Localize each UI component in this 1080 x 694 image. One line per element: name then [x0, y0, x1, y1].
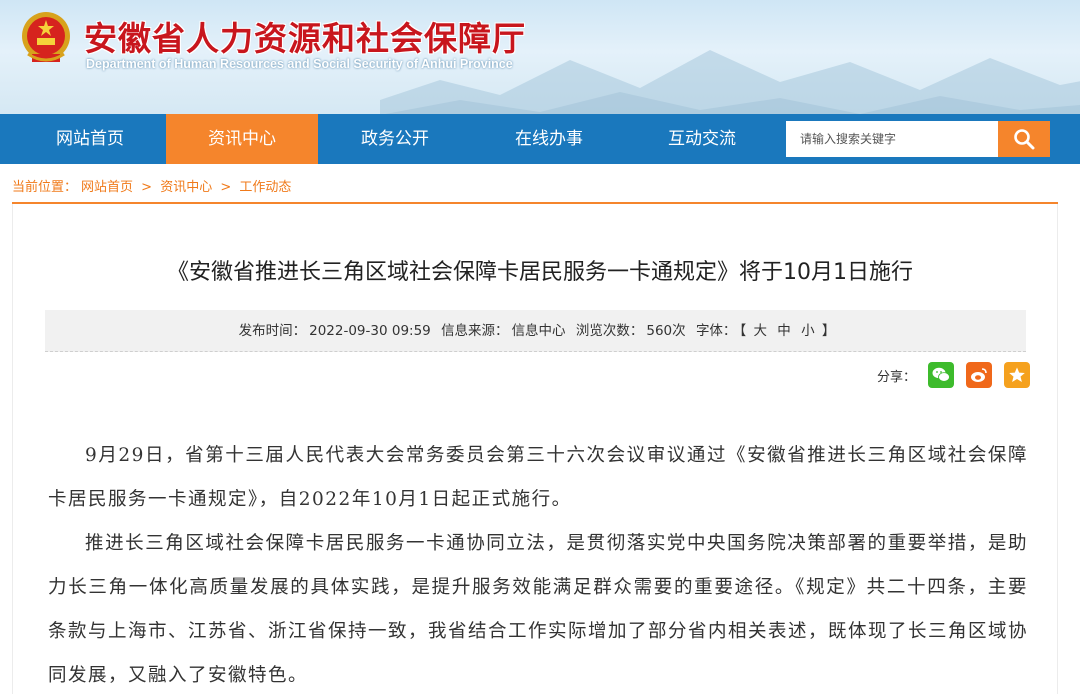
search-input[interactable]: [786, 121, 998, 157]
breadcrumb-separator: >: [141, 180, 153, 195]
breadcrumb-item-work-news[interactable]: 工作动态: [239, 180, 291, 195]
site-banner: 安徽省人力资源和社会保障厅 Department of Human Resour…: [0, 0, 1080, 114]
article-body: 9月29日，省第十三届人民代表大会常务委员会第三十六次会议审议通过《安徽省推进长…: [48, 434, 1028, 694]
breadcrumb-item-home[interactable]: 网站首页: [81, 180, 133, 195]
nav-item-online-services[interactable]: 在线办事: [473, 114, 625, 164]
font-label: 字体：: [695, 323, 737, 339]
views-label: 浏览次数：: [575, 323, 644, 339]
favorite-icon[interactable]: [1004, 362, 1031, 388]
nav-item-gov-affairs[interactable]: 政务公开: [319, 114, 471, 164]
font-bracket-close: 】: [821, 323, 836, 339]
nav-item-news[interactable]: 资讯中心: [166, 114, 318, 164]
site-subtitle: Department of Human Resources and Social…: [86, 57, 513, 71]
breadcrumb: 当前位置： 网站首页 > 资讯中心 > 工作动态: [12, 176, 295, 195]
search-button[interactable]: [998, 121, 1050, 157]
font-size-large[interactable]: 大: [753, 323, 767, 339]
source-value: 信息中心: [511, 323, 566, 339]
site-title: 安徽省人力资源和社会保障厅: [84, 19, 526, 58]
nav-item-interaction[interactable]: 互动交流: [626, 114, 778, 164]
article-meta-bar: 发布时间： 2022-09-30 09:59 信息来源： 信息中心 浏览次数： 560…: [45, 310, 1026, 352]
font-size-medium[interactable]: 中: [777, 323, 791, 339]
publish-label: 发布时间：: [238, 323, 307, 339]
share-bar: 分享：: [877, 362, 1031, 388]
source-label: 信息来源：: [441, 323, 509, 339]
share-label: 分享：: [877, 369, 917, 385]
weibo-icon[interactable]: [966, 362, 993, 388]
wechat-icon[interactable]: [928, 362, 955, 388]
breadcrumb-prefix: 当前位置：: [12, 180, 78, 195]
article-paragraph: 9月29日，省第十三届人民代表大会常务委员会第三十六次会议审议通过《安徽省推进长…: [48, 445, 1028, 510]
font-size-small[interactable]: 小: [801, 323, 815, 339]
article-title: 《安徽省推进长三角区域社会保障卡居民服务一卡通规定》将于10月1日施行: [167, 260, 913, 285]
breadcrumb-item-news[interactable]: 资讯中心: [160, 180, 212, 195]
search-icon: [1014, 129, 1035, 150]
nav-item-home[interactable]: 网站首页: [14, 114, 166, 164]
breadcrumb-separator: >: [220, 180, 232, 195]
font-bracket-open: 【: [739, 323, 747, 339]
national-emblem-icon: [22, 12, 70, 62]
publish-time: 2022-09-30 09:59: [309, 323, 431, 339]
views-count: 560次: [646, 323, 686, 339]
article-paragraph: 推进长三角区域社会保障卡居民服务一卡通协同立法，是贯彻落实党中央国务院决策部署的…: [48, 533, 1029, 686]
